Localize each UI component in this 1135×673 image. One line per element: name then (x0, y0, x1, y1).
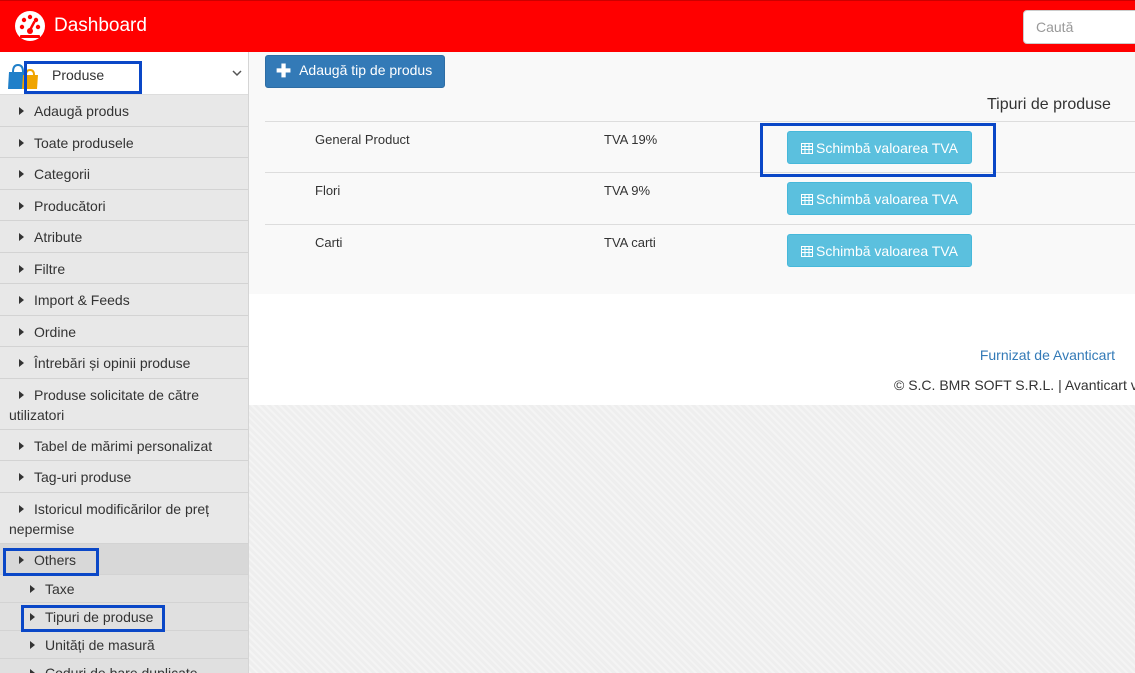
sidebar-subitem-taxe[interactable]: Taxe (0, 575, 248, 603)
sidebar-item-label: Întrebări și opinii produse (34, 355, 191, 371)
sidebar-item-label: Coduri de bare duplicate (45, 665, 198, 673)
copyright-text: © S.C. BMR SOFT S.R.L. | Avanticart v (894, 377, 1135, 393)
background-pattern (249, 405, 1135, 673)
caret-right-icon (19, 201, 24, 210)
caret-right-icon (19, 441, 24, 450)
top-navbar: Dashboard (0, 0, 1135, 52)
product-type-name: Carti (315, 235, 343, 250)
caret-right-icon (19, 170, 24, 178)
sidebar-item-label: Produse solicitate de către utilizatori (9, 386, 199, 423)
sidebar-item-import-feeds[interactable]: Import & Feeds (0, 284, 248, 316)
chevron-down-icon (232, 70, 242, 77)
sidebar: Produse Adaugă produs Toate produsele Ca… (0, 52, 249, 673)
plus-icon: ✚ (276, 61, 292, 81)
main-content: ✚ Adaugă tip de produs Tipuri de produse … (249, 52, 1135, 673)
avanticart-credit-link[interactable]: Furnizat de Avanticart (980, 347, 1115, 363)
dashboard-gauge-icon (15, 11, 45, 41)
shopping-bag-icon (8, 63, 38, 89)
change-vat-label: Schimbă valoarea TVA (816, 139, 958, 156)
change-vat-label: Schimbă valoarea TVA (816, 242, 958, 259)
sidebar-item-adauga-produs[interactable]: Adaugă produs (0, 95, 248, 127)
sidebar-item-label: Categorii (34, 166, 91, 182)
change-vat-button[interactable]: Schimbă valoarea TVA (787, 182, 972, 215)
sidebar-item-label: Import & Feeds (34, 292, 130, 308)
sidebar-item-label: Istoricul modificărilor de preț nepermis… (9, 500, 210, 537)
footer: Furnizat de Avanticart © S.C. BMR SOFT S… (249, 294, 1135, 405)
sidebar-item-tabel-marimi[interactable]: Tabel de mărimi personalizat (0, 430, 248, 461)
product-type-name: General Product (315, 132, 410, 147)
sidebar-item-others[interactable]: Others (0, 543, 248, 575)
sidebar-item-intrebari-opinii[interactable]: Întrebări și opinii produse (0, 347, 248, 379)
caret-right-icon (19, 390, 24, 399)
caret-right-icon (19, 359, 24, 367)
sidebar-subitem-unitati-masura[interactable]: Unități de masură (0, 631, 248, 659)
sidebar-item-label: Atribute (34, 229, 83, 245)
add-product-type-label: Adaugă tip de produs (299, 62, 433, 78)
caret-right-icon (30, 613, 35, 621)
caret-right-icon (19, 296, 24, 304)
sidebar-item-label: Taxe (45, 581, 75, 597)
sidebar-item-atribute[interactable]: Atribute (0, 221, 248, 253)
caret-right-icon (30, 669, 35, 673)
table-row: General Product TVA 19% Schimbă valoarea… (265, 121, 1135, 172)
sidebar-item-label: Unități de masură (45, 637, 155, 653)
table-row: Flori TVA 9% Schimbă valoarea TVA (265, 172, 1135, 223)
caret-right-icon (19, 233, 24, 241)
change-vat-label: Schimbă valoarea TVA (816, 190, 958, 207)
brand-link[interactable]: Dashboard (14, 10, 147, 42)
product-type-vat: TVA 19% (604, 132, 658, 147)
product-type-name: Flori (315, 183, 341, 198)
sidebar-item-label: Others (34, 551, 77, 568)
sidebar-item-label: Tag-uri produse (34, 469, 132, 485)
sidebar-item-ordine[interactable]: Ordine (0, 316, 248, 347)
caret-right-icon (19, 327, 24, 336)
add-product-type-button[interactable]: ✚ Adaugă tip de produs (265, 55, 445, 88)
sidebar-section-produse[interactable]: Produse (0, 52, 248, 95)
table-icon (801, 193, 814, 205)
sidebar-section-title: Produse (52, 67, 105, 83)
sidebar-subitem-tipuri-produse[interactable]: Tipuri de produse (0, 603, 248, 631)
product-type-vat: TVA 9% (604, 183, 651, 198)
sidebar-item-label: Adaugă produs (34, 103, 129, 119)
sidebar-item-label: Tabel de mărimi personalizat (34, 437, 213, 454)
table-icon (801, 142, 814, 154)
sidebar-item-label: Toate produsele (34, 134, 134, 151)
caret-right-icon (19, 264, 24, 273)
table-icon (801, 245, 814, 257)
caret-right-icon (19, 138, 24, 147)
sidebar-item-producatori[interactable]: Producători (0, 190, 248, 221)
sidebar-item-label: Filtre (34, 260, 66, 277)
change-vat-button[interactable]: Schimbă valoarea TVA (787, 131, 972, 164)
change-vat-button[interactable]: Schimbă valoarea TVA (787, 234, 972, 267)
caret-right-icon (19, 504, 24, 513)
sidebar-item-label: Ordine (34, 323, 77, 340)
sidebar-item-toate-produsele[interactable]: Toate produsele (0, 127, 248, 158)
sidebar-item-categorii[interactable]: Categorii (0, 158, 248, 190)
sidebar-item-istoric-pret[interactable]: Istoricul modificărilor de preț nepermis… (0, 493, 248, 544)
caret-right-icon (30, 641, 35, 649)
brand-title: Dashboard (54, 15, 147, 36)
search-input[interactable] (1023, 10, 1135, 44)
caret-right-icon (30, 585, 35, 593)
sidebar-subitem-coduri-bare[interactable]: Coduri de bare duplicate (0, 659, 248, 673)
content-panel: ✚ Adaugă tip de produs Tipuri de produse … (249, 52, 1135, 294)
table-row: Carti TVA carti Schimbă valoarea TVA (265, 224, 1135, 275)
sidebar-item-label: Producători (34, 197, 106, 214)
table-title: Tipuri de produse (987, 96, 1111, 113)
caret-right-icon (19, 555, 24, 564)
sidebar-item-filtre[interactable]: Filtre (0, 253, 248, 284)
product-type-vat: TVA carti (604, 235, 656, 250)
sidebar-item-produse-solicitate[interactable]: Produse solicitate de către utilizatori (0, 379, 248, 430)
sidebar-item-tag-uri[interactable]: Tag-uri produse (0, 461, 248, 493)
sidebar-item-label: Tipuri de produse (45, 609, 154, 625)
caret-right-icon (19, 473, 24, 481)
caret-right-icon (19, 107, 24, 115)
